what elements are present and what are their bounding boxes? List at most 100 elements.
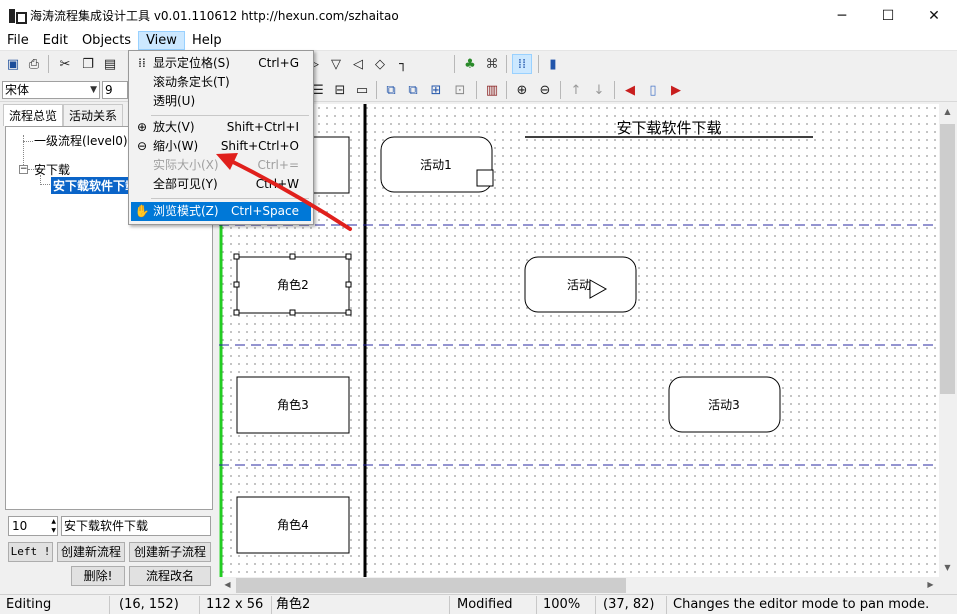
menu-item-zoom-out[interactable]: ⊖ 缩小(W) Shift+Ctrl+O bbox=[131, 137, 311, 156]
horizontal-scrollbar[interactable]: ◀ ▶ bbox=[219, 577, 939, 594]
diagram-canvas[interactable]: 安下载软件下载 角色2 角色3 角色4 活动1 活动 活动3 bbox=[219, 104, 939, 577]
tab-activity-relation[interactable]: 活动关系 bbox=[63, 104, 124, 126]
maximize-button[interactable]: ☐ bbox=[865, 0, 911, 31]
print-icon[interactable]: ⎙ bbox=[24, 54, 44, 74]
create-subflow-button[interactable]: 创建新子流程 bbox=[129, 542, 211, 562]
grid-toggle-icon[interactable]: ⁞⁞ bbox=[512, 54, 532, 74]
connector-icon[interactable]: ┐ bbox=[393, 54, 413, 74]
send-back-icon[interactable]: ⧉ bbox=[403, 80, 423, 100]
vertical-scrollbar[interactable]: ▲ ▼ bbox=[939, 104, 956, 577]
role-box-4[interactable]: 角色4 bbox=[236, 496, 350, 554]
resize-handle[interactable] bbox=[345, 281, 352, 288]
scroll-down-icon[interactable]: ▼ bbox=[939, 563, 956, 572]
scroll-right-icon[interactable]: ▶ bbox=[922, 580, 939, 589]
view-menu-dropdown: ⁞⁞ 显示定位格(S) Ctrl+G 滚动条定长(T) 透明(U) ⊕ 放大(V… bbox=[128, 50, 314, 225]
zoom-in-icon: ⊕ bbox=[136, 120, 148, 134]
grid-icon: ⁞⁞ bbox=[138, 56, 146, 70]
scroll-thumb[interactable] bbox=[940, 124, 955, 394]
page-icon[interactable]: ▯ bbox=[643, 80, 663, 100]
zoom-in-icon[interactable]: ⊕ bbox=[512, 80, 532, 100]
save-icon[interactable]: ▣ bbox=[3, 54, 23, 74]
copy-icon[interactable]: ❐ bbox=[78, 54, 98, 74]
resize-handle[interactable] bbox=[233, 253, 240, 260]
panel-tabs: 流程总览 活动关系 bbox=[3, 104, 124, 126]
menu-help[interactable]: Help bbox=[185, 31, 229, 50]
role-label: 角色4 bbox=[277, 518, 309, 532]
font-family-select[interactable]: 宋体 ▼ bbox=[2, 81, 100, 99]
menu-item-zoom-in[interactable]: ⊕ 放大(V) Shift+Ctrl+I bbox=[131, 118, 311, 137]
resize-handle[interactable] bbox=[233, 309, 240, 316]
delete-button[interactable]: 删除! bbox=[71, 566, 125, 586]
exit-door-icon[interactable]: ▮ bbox=[543, 54, 563, 74]
left-button[interactable]: Left ! bbox=[8, 542, 53, 562]
activity-label: 活动 bbox=[567, 278, 591, 292]
window-controls: ─ ☐ ✕ bbox=[819, 0, 957, 31]
menu-edit[interactable]: Edit bbox=[36, 31, 75, 50]
activity-box-3[interactable]: 活动3 bbox=[668, 376, 781, 433]
role-box-3[interactable]: 角色3 bbox=[236, 376, 350, 434]
triangle-down-shape-icon[interactable]: ▽ bbox=[326, 54, 346, 74]
network-icon[interactable]: ⌘ bbox=[482, 54, 502, 74]
arrow-right-red-icon[interactable]: ▶ bbox=[666, 80, 686, 100]
group-icon[interactable]: ⊞ bbox=[426, 80, 446, 100]
minimize-button[interactable]: ─ bbox=[819, 0, 865, 31]
arrow-left-red-icon[interactable]: ◀ bbox=[620, 80, 640, 100]
status-position: (16, 152) bbox=[113, 596, 200, 614]
resize-handle[interactable] bbox=[345, 253, 352, 260]
bring-front-icon[interactable]: ⧉ bbox=[381, 80, 401, 100]
role-label: 角色2 bbox=[277, 278, 309, 292]
font-size-input[interactable]: 9 bbox=[102, 81, 128, 99]
role-box-2[interactable]: 角色2 bbox=[233, 253, 352, 316]
status-size: 112 x 56 bbox=[200, 596, 272, 614]
ungroup-icon[interactable]: ⊡ bbox=[450, 80, 470, 100]
menu-item-pan-mode[interactable]: ✋ 浏览模式(Z) Ctrl+Space bbox=[131, 202, 311, 221]
shapes-group-icon[interactable]: ♣ bbox=[460, 54, 480, 74]
properties-icon[interactable]: ▥ bbox=[482, 80, 502, 100]
scroll-thumb[interactable] bbox=[236, 578, 626, 593]
menu-item-fixed-scrollbar[interactable]: 滚动条定长(T) bbox=[131, 73, 311, 92]
scroll-left-icon[interactable]: ◀ bbox=[219, 580, 236, 589]
spin-up-icon[interactable]: ▲ bbox=[51, 517, 56, 526]
resize-handle[interactable] bbox=[233, 281, 240, 288]
activity-box-2[interactable]: 活动 bbox=[524, 256, 637, 313]
tab-flow-overview[interactable]: 流程总览 bbox=[3, 104, 64, 126]
scroll-up-icon[interactable]: ▲ bbox=[939, 107, 956, 116]
menu-view[interactable]: View bbox=[138, 31, 185, 50]
hand-icon: ✋ bbox=[134, 204, 150, 218]
menu-item-show-grid[interactable]: ⁞⁞ 显示定位格(S) Ctrl+G bbox=[131, 54, 311, 73]
create-flow-button[interactable]: 创建新流程 bbox=[57, 542, 125, 562]
resize-handle[interactable] bbox=[289, 309, 296, 316]
menu-file[interactable]: File bbox=[0, 31, 36, 50]
status-mode: Editing bbox=[0, 596, 110, 614]
move-up-icon[interactable]: ↑ bbox=[566, 80, 586, 100]
triangle-left-shape-icon[interactable]: ◁ bbox=[348, 54, 368, 74]
close-button[interactable]: ✕ bbox=[911, 0, 957, 31]
diamond-shape-icon[interactable]: ◇ bbox=[370, 54, 390, 74]
menu-item-fit-all[interactable]: 全部可见(Y) Ctrl+W bbox=[131, 175, 311, 194]
flow-name-input[interactable]: 安下载软件下载 bbox=[61, 516, 211, 536]
menu-objects[interactable]: Objects bbox=[75, 31, 138, 50]
menu-item-transparent[interactable]: 透明(U) bbox=[131, 92, 311, 111]
paste-icon[interactable]: ▤ bbox=[100, 54, 120, 74]
tree-node-selected[interactable]: 安下载软件下载 bbox=[51, 177, 140, 194]
tree-node-level0[interactable]: 一级流程(level0) bbox=[34, 132, 128, 149]
resize-handle[interactable] bbox=[289, 253, 296, 260]
rename-flow-button[interactable]: 流程改名 bbox=[129, 566, 211, 586]
status-cursor: (37, 82) bbox=[597, 596, 667, 614]
resize-handle[interactable] bbox=[345, 309, 352, 316]
align-middle-icon[interactable]: ⊟ bbox=[330, 80, 350, 100]
status-bar: Editing (16, 152) 112 x 56 角色2 Modified … bbox=[0, 594, 957, 614]
diagram-svg: 安下载软件下载 角色2 角色3 角色4 活动1 活动 活动3 bbox=[219, 104, 939, 577]
spin-down-icon[interactable]: ▼ bbox=[51, 526, 56, 535]
tree-collapse-icon[interactable]: − bbox=[19, 165, 28, 174]
level-spinner[interactable]: 10 ▲ ▼ bbox=[8, 516, 58, 536]
zoom-out-icon[interactable]: ⊖ bbox=[535, 80, 555, 100]
cut-icon[interactable]: ✂ bbox=[55, 54, 75, 74]
menu-bar: File Edit Objects View Help bbox=[0, 31, 957, 51]
align-bottom-icon[interactable]: ▭ bbox=[352, 80, 372, 100]
app-logo-icon bbox=[9, 8, 27, 24]
activity-box-1[interactable]: 活动1 bbox=[380, 136, 494, 193]
move-down-icon[interactable]: ↓ bbox=[589, 80, 609, 100]
role-label: 角色3 bbox=[277, 398, 309, 412]
menu-item-actual-size: 实际大小(X) Ctrl+= bbox=[153, 158, 299, 172]
